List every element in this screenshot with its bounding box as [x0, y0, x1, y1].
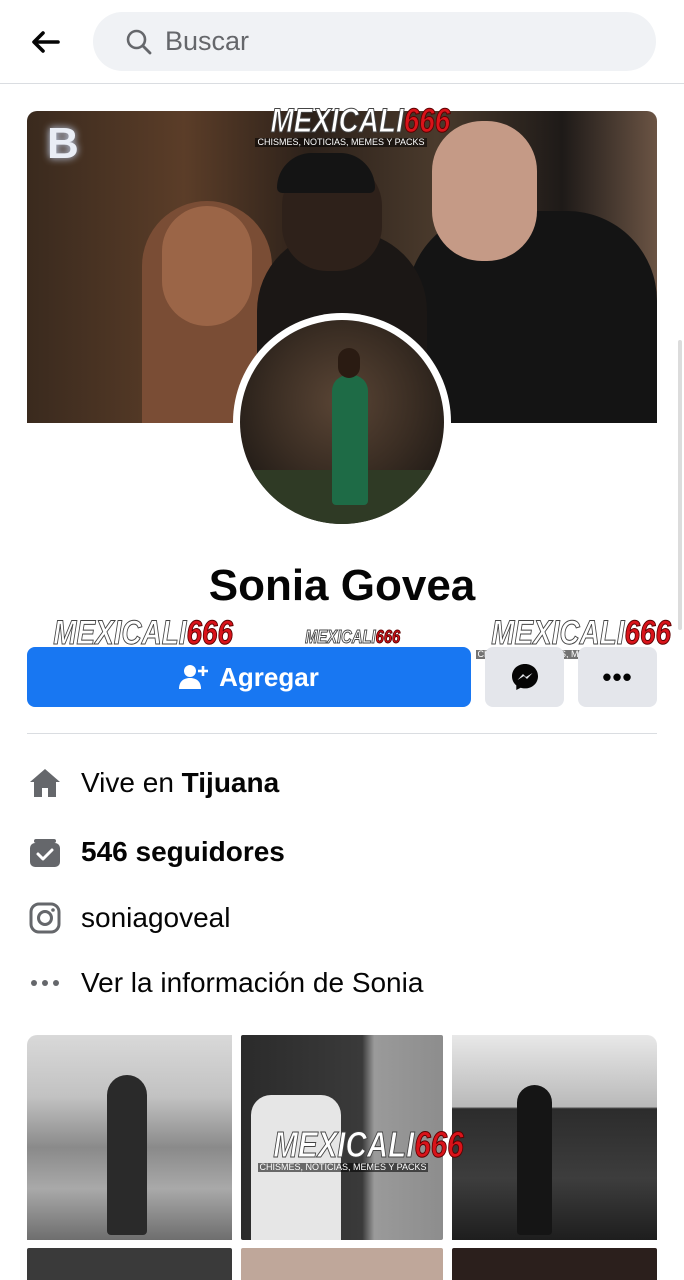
add-friend-label: Agregar: [219, 661, 319, 692]
photo-thumbnail[interactable]: [452, 1035, 657, 1240]
home-icon: [27, 765, 63, 801]
photo-thumbnail[interactable]: [27, 1035, 232, 1240]
photo-thumbnail[interactable]: [452, 1248, 657, 1280]
info-followers[interactable]: 546 seguidores: [27, 832, 657, 872]
see-info-link: Ver la información de Sonia: [81, 967, 424, 998]
arrow-left-icon: [32, 31, 60, 53]
info-see-more[interactable]: Ver la información de Sonia: [27, 963, 657, 1003]
message-button[interactable]: [485, 647, 564, 707]
photo-thumbnail[interactable]: [27, 1248, 232, 1280]
watermark-center: MEXICALI666: [305, 627, 401, 647]
photo-thumbnail[interactable]: [241, 1248, 443, 1280]
profile-avatar[interactable]: [233, 313, 451, 531]
add-friend-button[interactable]: Agregar: [27, 647, 471, 707]
watermark-cover: MEXICALI666 CHISMES, NOTICIAS, MEMES Y P…: [255, 104, 451, 147]
search-icon: [126, 29, 152, 54]
followers-count: 546 seguidores: [81, 836, 285, 867]
search-input[interactable]: [165, 26, 605, 57]
watermark-photos: MEXICALI666 CHISMES, NOTICIAS, MEMES Y P…: [258, 1124, 464, 1172]
scrollbar[interactable]: [678, 340, 682, 630]
location-city[interactable]: Tijuana: [182, 767, 280, 798]
messenger-icon: [511, 664, 538, 690]
profile-name: Sonia Govea: [208, 561, 476, 610]
dots-icon: [27, 965, 63, 1001]
cover-neon-sign: B: [47, 119, 93, 168]
instagram-handle: soniagoveal: [81, 902, 231, 933]
instagram-icon: [27, 900, 63, 936]
back-button[interactable]: [26, 22, 66, 62]
add-friend-icon: [179, 663, 209, 691]
followers-icon: [27, 834, 63, 870]
divider: [27, 733, 657, 734]
search-bar[interactable]: [93, 12, 656, 71]
more-options-button[interactable]: •••: [578, 647, 657, 707]
info-location: Vive en Tijuana: [27, 763, 657, 803]
top-bar: [0, 0, 684, 84]
info-instagram[interactable]: soniagoveal: [27, 898, 657, 938]
